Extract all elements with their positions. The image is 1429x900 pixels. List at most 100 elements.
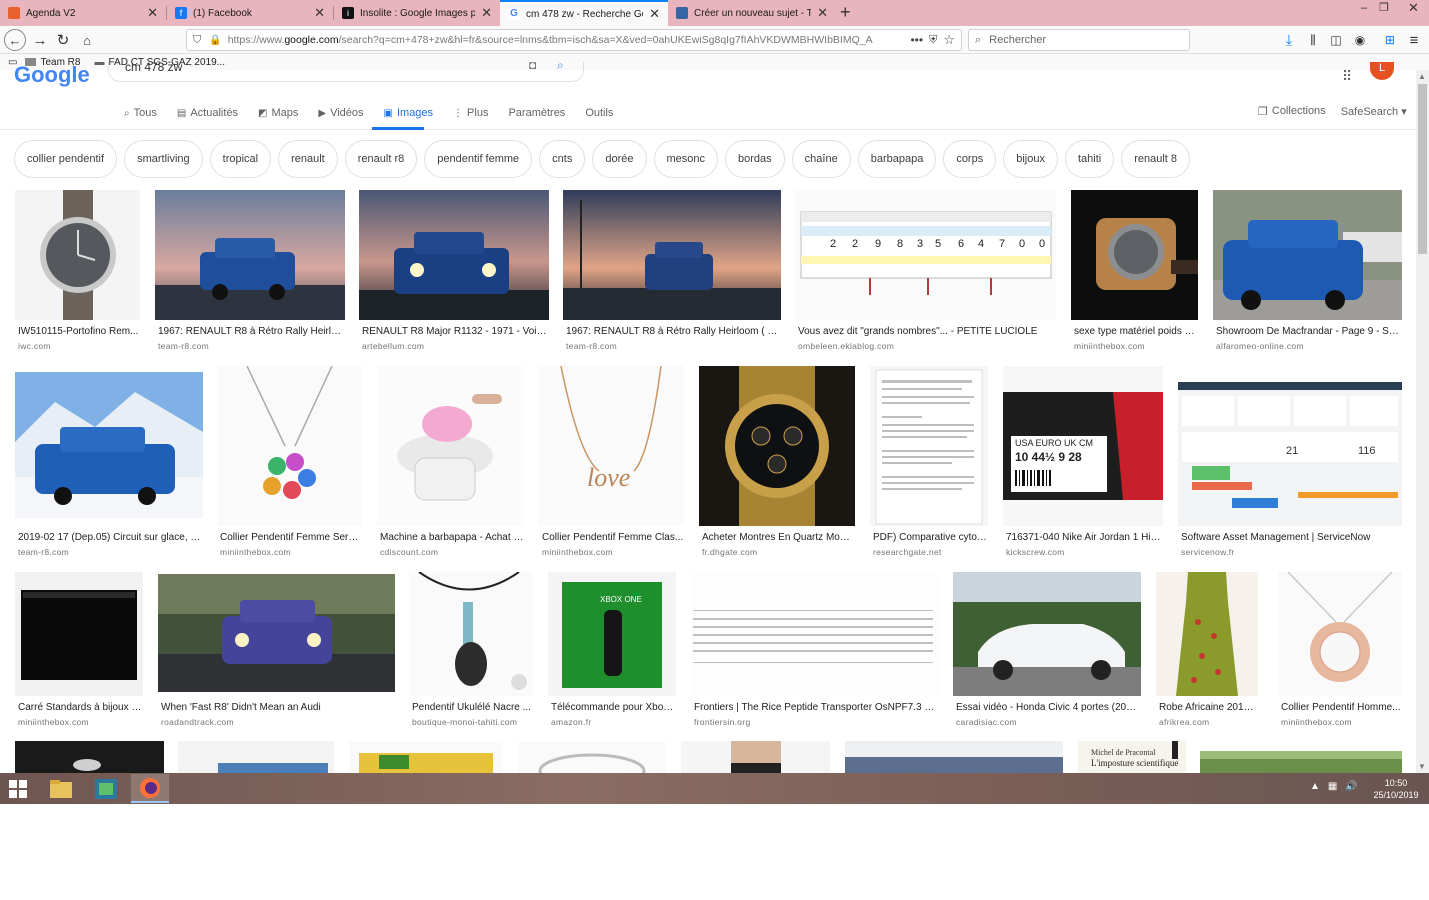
start-button[interactable] (0, 774, 36, 803)
close-tab-icon[interactable]: ✕ (481, 5, 492, 21)
tab-facebook[interactable]: f (1) Facebook ✕ (167, 0, 333, 26)
image-result[interactable] (518, 741, 666, 773)
close-window-icon[interactable]: ✕ (1398, 0, 1429, 18)
safesearch-dropdown[interactable]: SafeSearch ▾ (1341, 105, 1407, 118)
network-icon[interactable]: ▦ (1328, 781, 1337, 792)
xbox-remote-thumbnail[interactable]: XBOX ONE (548, 572, 676, 696)
number-table-thumbnail[interactable]: 2 2 9 8 3 5 6 4 7 0 0 (795, 190, 1056, 320)
account-icon[interactable]: ◉ (1350, 30, 1370, 50)
scroll-up-icon[interactable]: ▲ (1418, 72, 1426, 81)
rally-car-thumbnail[interactable] (1213, 190, 1402, 320)
car-road-thumbnail[interactable] (158, 574, 395, 692)
google-search-input[interactable]: cm 478 zw ◘ ⌕ (108, 59, 584, 82)
partial-thumbnail[interactable] (518, 741, 666, 773)
tab-insolite[interactable]: i Insolite : Google Images plus fo ✕ (334, 0, 500, 26)
address-bar[interactable]: ⛉ 🔒 https://www.google.com/search?q=cm+4… (186, 29, 962, 51)
result-title[interactable]: 2019-02 17 (Dep.05) Circuit sur glace, O… (18, 532, 202, 543)
scrollbar-thumb[interactable] (1418, 84, 1427, 254)
tab-all[interactable]: ⌕ Tous (124, 106, 157, 120)
result-title[interactable]: Collier Pendentif Femme Serp... (220, 532, 362, 543)
result-title[interactable]: RENAULT R8 Major R1132 - 1971 - Voitur..… (362, 326, 548, 337)
forward-arrow-icon[interactable]: → (30, 30, 50, 50)
chip[interactable]: collier pendentif (14, 140, 118, 178)
chip[interactable]: tropical (209, 140, 272, 178)
result-title[interactable]: Vous avez dit "grands nombres"... - PETI… (798, 326, 1055, 337)
result-title[interactable]: Collier Pendentif Homme... (1281, 702, 1401, 713)
tab-agenda[interactable]: Agenda V2 ✕ (0, 0, 166, 26)
necklace-thumbnail[interactable] (217, 366, 362, 526)
result-title[interactable]: Robe Africaine 2019 | ... (1159, 702, 1259, 713)
result-title[interactable]: Acheter Montres En Quartz Montr... (702, 532, 854, 543)
extensions-icon[interactable]: ⊞ (1380, 30, 1400, 50)
vertical-scrollbar[interactable]: ▲ ▼ (1416, 70, 1429, 773)
tab-tools[interactable]: Outils (585, 106, 613, 120)
gold-watch-thumbnail[interactable] (1071, 190, 1198, 320)
tab-maps[interactable]: ◩ Maps (258, 106, 298, 120)
menu-icon[interactable]: ≡ (1404, 30, 1424, 50)
result-title[interactable]: Télécommande pour Xbox ... (551, 702, 675, 713)
volume-icon[interactable]: 🔊 (1345, 781, 1357, 792)
url-text[interactable]: https://www.google.com/search?q=cm+478+z… (222, 34, 905, 46)
result-title[interactable]: Pendentif Ukulélé Nacre ... (412, 702, 532, 713)
partial-thumbnail[interactable] (15, 741, 164, 773)
shield-icon[interactable]: ⛉ (193, 34, 201, 47)
car-dusk-thumbnail[interactable] (563, 190, 781, 320)
chip[interactable]: mesonc (653, 140, 719, 178)
search-icon[interactable]: ⌕ (557, 59, 564, 71)
partial-thumbnail[interactable] (845, 741, 1063, 773)
dashboard-thumbnail[interactable]: 21 116 (1178, 382, 1402, 526)
apps-grid-icon[interactable]: ⠿ (1342, 68, 1352, 85)
back-arrow-icon[interactable]: ← (4, 29, 26, 51)
result-title[interactable]: 716371-040 Nike Air Jordan 1 Hig... (1006, 532, 1162, 543)
close-tab-icon[interactable]: ✕ (817, 5, 828, 21)
chronograph-thumbnail[interactable] (699, 366, 855, 526)
chip[interactable]: renault r8 (344, 140, 418, 178)
snow-car-thumbnail[interactable] (15, 372, 203, 518)
file-explorer-button[interactable] (42, 774, 80, 803)
show-hidden-icons-icon[interactable]: ▲ (1310, 781, 1320, 792)
result-title[interactable]: Frontiers | The Rice Peptide Transporter… (694, 702, 937, 713)
reload-icon[interactable]: ↻ (53, 30, 73, 50)
result-title[interactable]: Machine a barbapapa - Achat / ... (380, 532, 524, 543)
partial-thumbnail[interactable] (349, 741, 503, 773)
result-title[interactable]: sexe type matériel poids n... (1074, 326, 1198, 337)
close-tab-icon[interactable]: ✕ (147, 5, 158, 21)
result-title[interactable]: Showroom De Macfrandar - Page 9 - Sh... (1216, 326, 1402, 337)
pdf-page-thumbnail[interactable] (870, 366, 988, 526)
lock-icon[interactable]: 🔒 (209, 35, 221, 46)
library-icon[interactable]: ⫼ (1303, 30, 1323, 50)
image-result[interactable] (845, 741, 1063, 773)
love-necklace-thumbnail[interactable]: love (539, 366, 684, 526)
chip[interactable]: renault (278, 140, 338, 178)
chip[interactable]: chaîne (791, 140, 851, 178)
partial-thumbnail[interactable] (681, 741, 830, 773)
collections-icon[interactable]: ❐ (1258, 105, 1268, 118)
tab-images[interactable]: ▣ Images (384, 106, 434, 120)
search-input[interactable]: ⌕ Rechercher (968, 29, 1190, 51)
result-title[interactable]: Software Asset Management | ServiceNow (1181, 532, 1401, 543)
tab-google-search[interactable]: G cm 478 zw - Recherche Google ✕ (500, 0, 668, 26)
result-title[interactable]: Carré Standards à bijoux - ... (18, 702, 142, 713)
google-logo[interactable]: Google (14, 62, 90, 88)
result-title[interactable]: Essai vidéo - Honda Civic 4 portes (2017… (956, 702, 1140, 713)
chip[interactable]: tahiti (1064, 140, 1115, 178)
car-night-thumbnail[interactable] (359, 190, 549, 320)
chip[interactable]: bijoux (1003, 140, 1058, 178)
app-button[interactable] (87, 774, 125, 803)
data-table-thumbnail[interactable] (691, 572, 938, 696)
firefox-button[interactable] (131, 774, 169, 803)
new-tab-icon[interactable]: + (840, 2, 851, 23)
tab-news[interactable]: ▤ Actualités (177, 106, 238, 120)
tab-videos[interactable]: ▶ Vidéos (318, 106, 363, 120)
chip[interactable]: bordas (725, 140, 785, 178)
close-tab-icon[interactable]: ✕ (314, 5, 325, 21)
bookmark-star-icon[interactable]: ☆ (943, 32, 955, 48)
watch-thumbnail[interactable] (15, 190, 140, 320)
chip[interactable]: corps (943, 140, 997, 178)
rose-pendant-thumbnail[interactable] (1278, 572, 1402, 696)
close-tab-icon[interactable]: ✕ (649, 6, 660, 22)
result-title[interactable]: Collier Pendentif Femme Clas... (542, 532, 684, 543)
image-result[interactable] (349, 741, 503, 773)
image-result[interactable] (1200, 751, 1402, 773)
downloads-icon[interactable]: ⤓ (1279, 30, 1299, 50)
